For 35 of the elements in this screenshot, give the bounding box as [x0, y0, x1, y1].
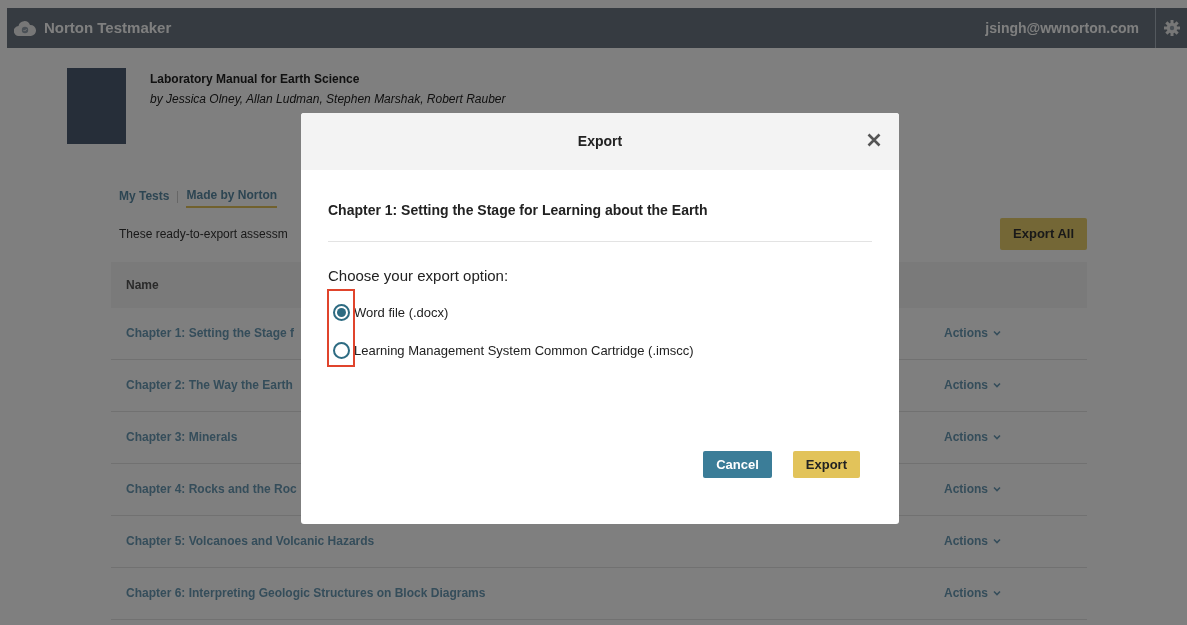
book-title: Laboratory Manual for Earth Science	[150, 72, 361, 88]
chevron-down-icon	[993, 486, 1001, 492]
chevron-down-icon	[993, 330, 1001, 336]
dialog-title: Export	[577, 132, 623, 151]
actions-dropdown[interactable]: Actions	[944, 480, 1087, 498]
chevron-down-icon	[993, 538, 1001, 544]
cancel-button[interactable]: Cancel	[703, 451, 772, 478]
actions-dropdown[interactable]: Actions	[944, 324, 1087, 342]
chevron-down-icon	[993, 434, 1001, 440]
export-prompt: Choose your export option:	[328, 266, 510, 286]
chevron-down-icon	[993, 590, 1001, 596]
tab[interactable]: My Tests	[111, 187, 170, 207]
chapter-link[interactable]: Chapter 5: Volcanoes and Volcanic Hazards	[126, 532, 944, 550]
settings-icon[interactable]	[1163, 20, 1180, 36]
book-authors: by Jessica Olney, Allan Ludman, Stephen Marshak, Robert Rauber	[150, 91, 506, 108]
chevron-down-icon	[993, 382, 1001, 388]
option-label: Learning Management System Common Cartridge (.imscc)	[354, 341, 694, 360]
option-label: Word file (.docx)	[354, 303, 449, 322]
chapter-link[interactable]: Chapter 6: Interpreting Geologic Structures on Block Diagrams	[126, 584, 944, 602]
actions-dropdown[interactable]: Actions	[944, 428, 1087, 446]
actions-dropdown[interactable]: Actions	[944, 584, 1087, 602]
export-button[interactable]: Export	[792, 451, 860, 478]
description-text: These ready-to-export assessm	[118, 225, 288, 243]
radio-button[interactable]	[333, 342, 350, 359]
chapter-heading: Chapter 1: Setting the Stage for Learning about the Earth	[328, 200, 872, 242]
radio-button[interactable]	[333, 304, 350, 321]
user-email[interactable]: jsingh@wwnorton.com	[985, 17, 1139, 39]
column-header: Name	[126, 276, 159, 294]
app-title: Norton Testmaker	[44, 17, 172, 38]
actions-dropdown[interactable]: Actions	[944, 532, 1087, 550]
close-icon[interactable]	[867, 133, 881, 147]
export-all-button[interactable]: Export All	[1000, 218, 1087, 250]
actions-dropdown[interactable]: Actions	[944, 376, 1087, 394]
cloud-icon	[14, 20, 36, 36]
tab[interactable]: Made by Norton	[186, 186, 278, 208]
